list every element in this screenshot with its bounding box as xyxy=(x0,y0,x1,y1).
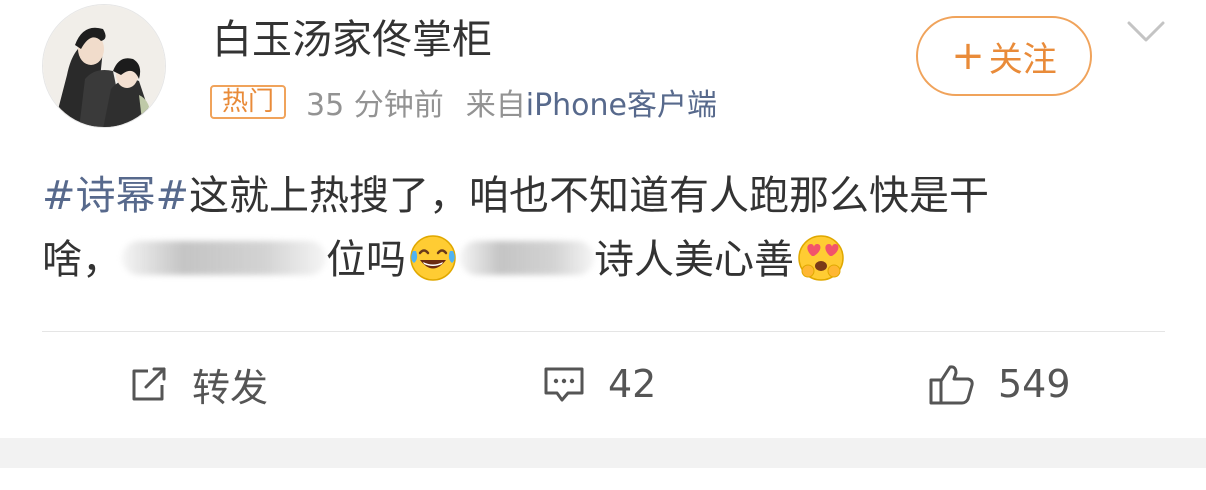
laughing-tears-emoji xyxy=(410,235,456,281)
feed-separator xyxy=(0,438,1206,468)
share-icon xyxy=(132,367,166,401)
weibo-post-card: 白玉汤家佟掌柜 热门 35 分钟前 来自 iPhone客户端 + 关注 #诗幂#… xyxy=(0,0,1206,438)
post-time: 35 分钟前 xyxy=(306,88,444,123)
comment-button[interactable]: 42 xyxy=(542,352,656,416)
post-meta: 热门 35 分钟前 来自 iPhone客户端 xyxy=(210,80,717,124)
avatar[interactable] xyxy=(42,4,166,128)
source-link[interactable]: iPhone客户端 xyxy=(526,80,717,124)
post-content: #诗幂#这就上热搜了，咱也不知道有人跑那么快是干 啥， 位吗 诗人美心善 xyxy=(42,164,1167,292)
follow-label: 关注 xyxy=(988,39,1057,80)
post-text-line1: 这就上热搜了，咱也不知道有人跑那么快是干 xyxy=(189,173,990,219)
chevron-down-icon[interactable] xyxy=(1126,18,1166,46)
divider xyxy=(42,331,1165,332)
blurred-text xyxy=(460,241,594,275)
hot-badge: 热门 xyxy=(210,85,287,119)
follow-button[interactable]: + 关注 xyxy=(916,16,1092,96)
like-count: 549 xyxy=(998,362,1071,406)
post-text-line2-start: 啥， xyxy=(42,237,122,283)
comment-count: 42 xyxy=(608,362,657,406)
post-text-after-blur2: 诗人美心善 xyxy=(594,237,794,283)
heart-eyes-emoji xyxy=(798,235,844,281)
next-post-card xyxy=(0,468,1206,490)
repost-button[interactable]: 转发 xyxy=(128,352,268,416)
like-button[interactable]: 549 xyxy=(928,352,1071,416)
source-prefix: 来自 xyxy=(465,88,526,123)
avatar-illustration xyxy=(43,5,165,127)
comment-icon xyxy=(544,367,584,402)
repost-label: 转发 xyxy=(192,365,269,410)
blurred-text xyxy=(122,241,326,275)
topic-link[interactable]: #诗幂# xyxy=(42,173,189,219)
thumbs-up-icon xyxy=(929,365,974,405)
plus-icon: + xyxy=(951,33,985,79)
username[interactable]: 白玉汤家佟掌柜 xyxy=(212,16,492,64)
post-text-after-blur1: 位吗 xyxy=(326,237,406,283)
